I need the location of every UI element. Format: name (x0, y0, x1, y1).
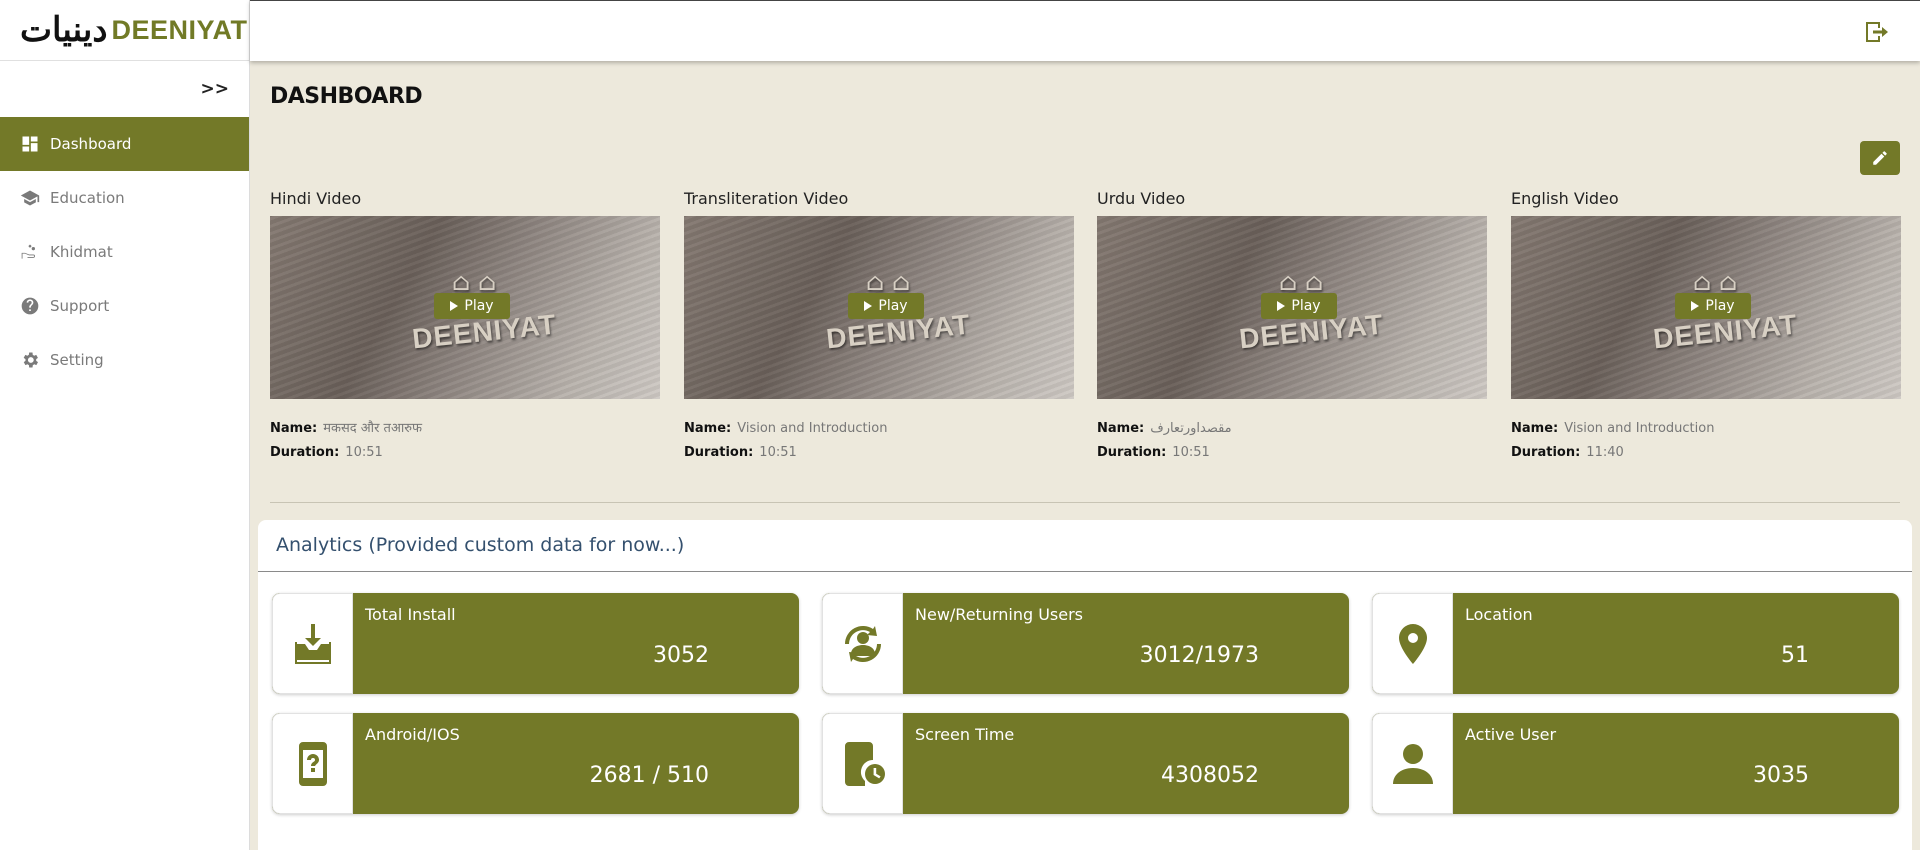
stat-card-android-ios: Android/IOS 2681 / 510 (272, 713, 799, 814)
device-question-icon (272, 713, 353, 814)
stat-card-screen-time: Screen Time 4308052 (822, 713, 1349, 814)
sidebar-item-support[interactable]: Support (0, 279, 249, 333)
stat-card-total-install: Total Install 3052 (272, 593, 799, 694)
video-thumbnail[interactable]: ⌂ ⌂ DEENIYAT Play (1511, 216, 1901, 399)
person-icon (1372, 713, 1453, 814)
play-button[interactable]: Play (848, 293, 924, 319)
stat-label: Active User (1465, 725, 1557, 744)
stat-value: 4308052 (1161, 763, 1259, 788)
video-title: Transliteration Video (684, 189, 849, 208)
video-card-transliteration: Transliteration Video ⌂ ⌂ DEENIYAT Play … (684, 188, 1074, 465)
stat-label: Location (1465, 605, 1533, 624)
minarets-graphic: ⌂ ⌂ (866, 268, 911, 296)
stat-value: 2681 / 510 (589, 763, 709, 788)
stat-card-active-user: Active User 3035 (1372, 713, 1899, 814)
video-thumbnail[interactable]: ⌂ ⌂ DEENIYAT Play (684, 216, 1074, 399)
logout-icon[interactable] (1864, 20, 1892, 44)
sidebar-item-label: Education (50, 189, 125, 207)
analytics-divider (258, 571, 1912, 572)
stat-label: Screen Time (915, 725, 1015, 744)
stat-card-new-returning-users: New/Returning Users 3012/1973 (822, 593, 1349, 694)
hand-heart-icon (20, 242, 40, 262)
play-icon (1691, 301, 1700, 311)
video-name: Vision and Introduction (737, 421, 888, 436)
video-meta: Name: मकसद और तआरुफ Duration: 10:51 (270, 421, 423, 460)
play-button[interactable]: Play (1261, 293, 1337, 319)
logo-text: DEENIYAT (111, 14, 248, 45)
video-card-hindi: Hindi Video ⌂ ⌂ DEENIYAT Play Name: मकसद … (270, 188, 660, 465)
video-card-english: English Video ⌂ ⌂ DEENIYAT Play Name: Vis… (1511, 188, 1901, 465)
top-bar (250, 0, 1920, 61)
logo-arabic: دینیات (20, 10, 109, 50)
video-duration: 10:51 (1172, 445, 1210, 460)
video-thumbnail[interactable]: ⌂ ⌂ DEENIYAT Play (270, 216, 660, 399)
minarets-graphic: ⌂ ⌂ (1693, 268, 1738, 296)
stat-value: 3052 (653, 643, 709, 668)
analytics-panel: Analytics (Provided custom data for now.… (258, 520, 1912, 850)
analytics-title: Analytics (Provided custom data for now.… (276, 534, 685, 556)
play-button[interactable]: Play (434, 293, 510, 319)
chevrons-right-icon: >> (200, 79, 230, 99)
page-title: DASHBOARD (270, 84, 423, 109)
video-meta: Name: Vision and Introduction Duration: 11… (1511, 421, 1715, 460)
play-icon (864, 301, 873, 311)
phone-clock-icon (822, 713, 903, 814)
location-pin-icon (1372, 593, 1453, 694)
sidebar-item-label: Support (50, 297, 110, 315)
stat-value: 51 (1781, 643, 1809, 668)
video-name: Vision and Introduction (1564, 421, 1715, 436)
play-icon (450, 301, 459, 311)
sidebar-item-education[interactable]: Education (0, 171, 249, 225)
video-meta: Name: Vision and Introduction Duration: 10… (684, 421, 888, 460)
video-thumbnail[interactable]: ⌂ ⌂ DEENIYAT Play (1097, 216, 1487, 399)
stat-label: Android/IOS (365, 725, 460, 744)
sidebar-item-setting[interactable]: Setting (0, 333, 249, 387)
sidebar-item-label: Khidmat (50, 243, 113, 261)
video-title: Urdu Video (1097, 189, 1186, 208)
logo[interactable]: دینیات DEENIYAT (0, 0, 249, 61)
video-duration: 10:51 (759, 445, 797, 460)
user-sync-icon (822, 593, 903, 694)
sidebar-item-dashboard[interactable]: Dashboard (0, 117, 249, 171)
video-duration: 11:40 (1586, 445, 1624, 460)
pencil-icon (1873, 151, 1887, 165)
stat-card-location: Location 51 (1372, 593, 1899, 694)
stat-label: Total Install (365, 605, 456, 624)
help-circle-icon (20, 296, 40, 316)
video-title: Hindi Video (270, 189, 362, 208)
dashboard-icon (20, 134, 40, 154)
gear-icon (20, 350, 40, 370)
download-tray-icon (272, 593, 353, 694)
play-button[interactable]: Play (1675, 293, 1751, 319)
video-meta: Name: مقصداورتعارف Duration: 10:51 (1097, 421, 1232, 460)
sidebar: دینیات DEENIYAT >> Dashboard Education K… (0, 0, 250, 850)
stat-value: 3035 (1753, 763, 1809, 788)
stat-label: New/Returning Users (915, 605, 1084, 624)
video-name: मकसद और तआरुफ (323, 421, 423, 436)
play-icon (1277, 301, 1286, 311)
graduation-cap-icon (20, 188, 40, 208)
sidebar-item-label: Setting (50, 351, 104, 369)
sidebar-item-label: Dashboard (50, 135, 132, 153)
minarets-graphic: ⌂ ⌂ (452, 268, 497, 296)
section-divider (270, 502, 1900, 503)
video-card-urdu: Urdu Video ⌂ ⌂ DEENIYAT Play Name: مقصداو… (1097, 188, 1487, 465)
sidebar-item-khidmat[interactable]: Khidmat (0, 225, 249, 279)
video-name: مقصداورتعارف (1150, 421, 1232, 436)
sidebar-collapse-button[interactable]: >> (0, 61, 249, 117)
video-duration: 10:51 (345, 445, 383, 460)
stat-value: 3012/1973 (1139, 643, 1259, 668)
edit-button[interactable] (1860, 141, 1900, 175)
minarets-graphic: ⌂ ⌂ (1279, 268, 1324, 296)
video-title: English Video (1511, 189, 1619, 208)
